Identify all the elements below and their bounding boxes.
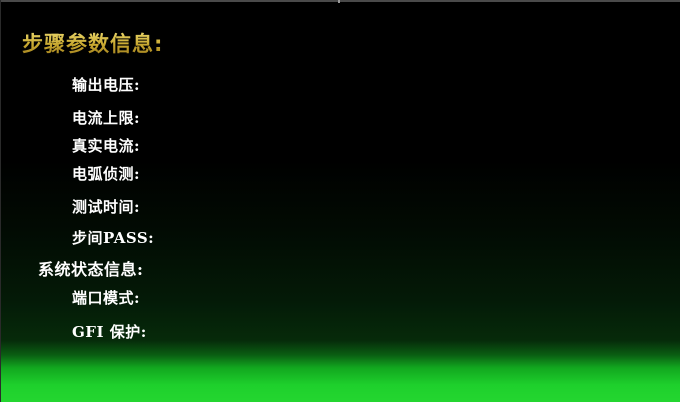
arc-detection-label: 电弧侦测: [72,165,141,183]
gfi-protection-label: GFI 保护: [72,323,147,341]
step-pass-label: 步间PASS: [72,229,155,247]
status-screen: 步骤参数信息: 输出电压: 电流上限: 真实电流: 电弧侦测: 测试时间: 步间… [0,0,680,402]
step-params-title: 步骤参数信息: [22,28,163,58]
top-notch-marker [338,0,340,3]
current-upper-limit-label: 电流上限: [72,109,141,127]
top-border [0,0,680,2]
left-border [0,0,1,402]
output-voltage-label: 输出电压: [72,76,141,94]
real-current-label: 真实电流: [72,137,141,155]
test-time-label: 测试时间: [72,198,141,216]
system-status-title: 系统状态信息: [38,260,144,279]
port-mode-label: 端口模式: [72,289,141,307]
